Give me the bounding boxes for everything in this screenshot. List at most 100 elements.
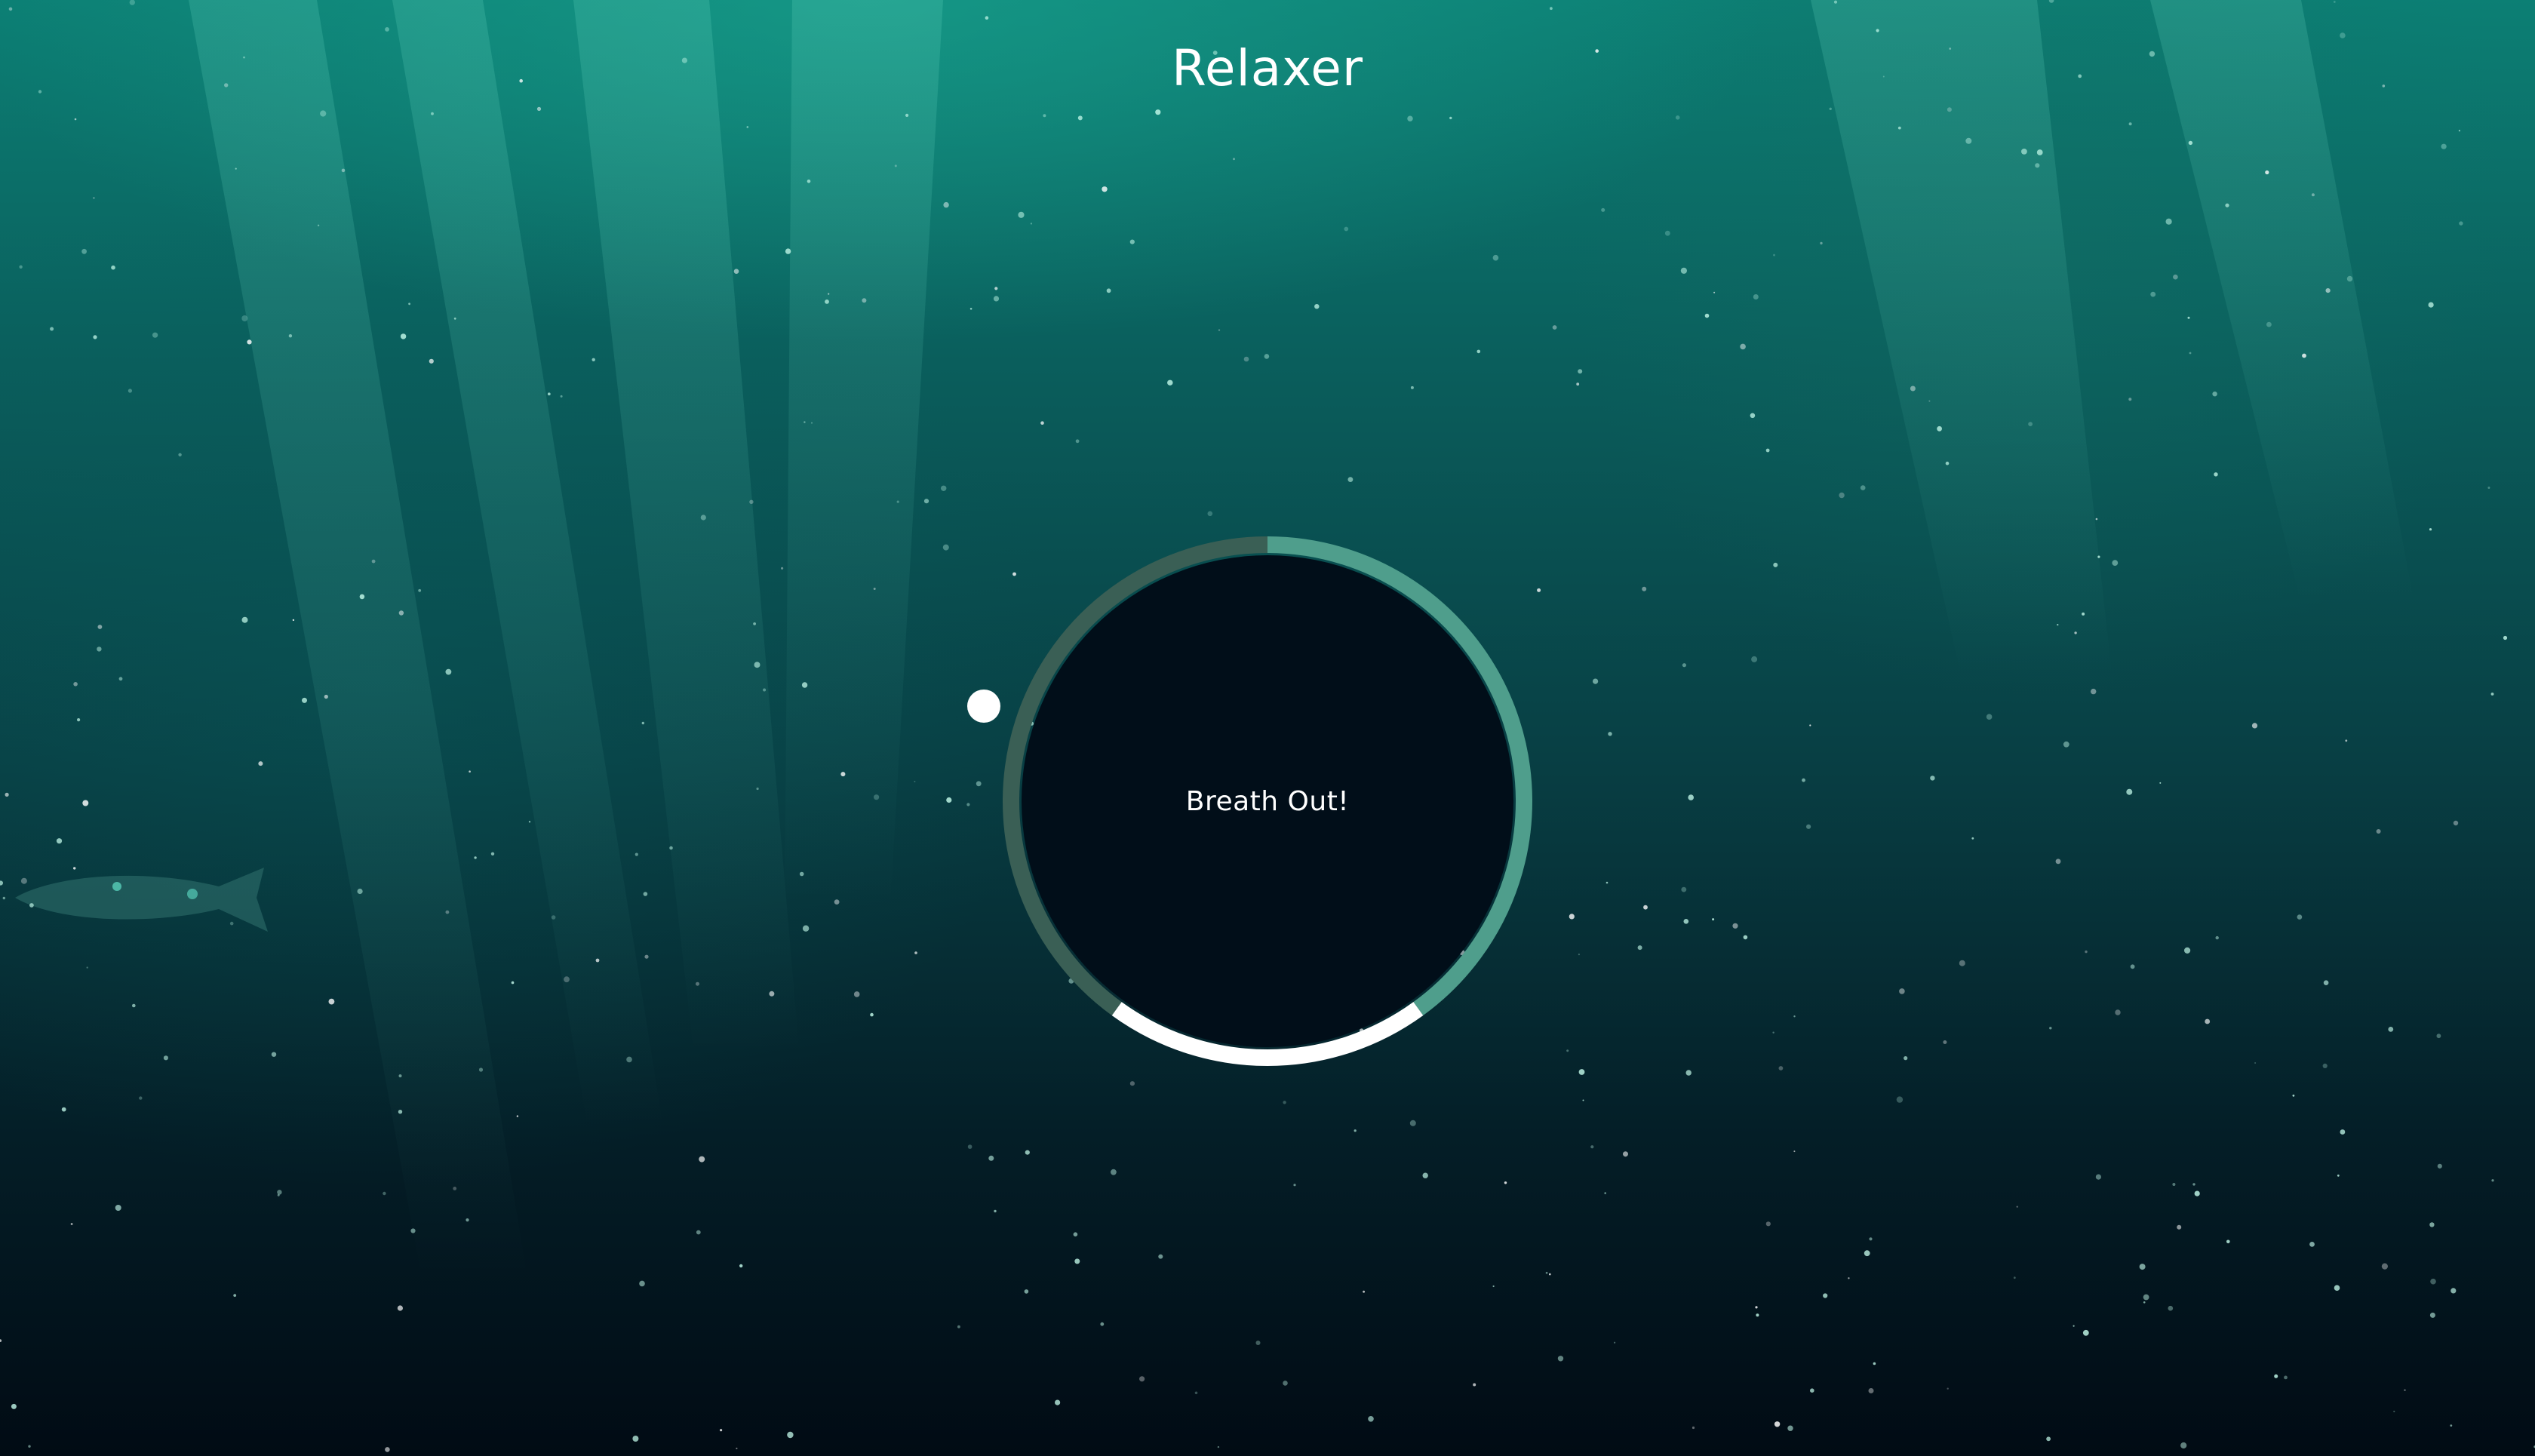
particle [2188, 140, 2193, 146]
particle [2429, 1312, 2435, 1318]
particle [1713, 291, 1716, 293]
particle [1806, 824, 1811, 829]
particle [696, 981, 699, 986]
breathing-inner-circle: Breath Out! [1022, 555, 1513, 1047]
particle [1194, 1391, 1198, 1395]
particle [1637, 945, 1642, 951]
particle [957, 1325, 960, 1329]
particle [896, 500, 899, 503]
particle [1810, 1388, 1814, 1393]
particle [2046, 1436, 2051, 1442]
particle [2, 896, 5, 900]
particle [870, 1012, 874, 1017]
particle [2292, 1094, 2295, 1097]
particle [1904, 1056, 1908, 1061]
particle [1155, 109, 1161, 115]
particle [874, 794, 880, 800]
particle [20, 877, 27, 884]
particle [595, 958, 600, 963]
particle [19, 265, 23, 269]
particle [2189, 352, 2192, 355]
particle [1873, 1362, 1876, 1365]
particle [511, 981, 515, 984]
particle [324, 694, 328, 699]
particle [736, 1447, 738, 1450]
particle [763, 688, 767, 692]
particle [1218, 329, 1221, 331]
particle [1537, 588, 1541, 592]
particle [632, 1436, 639, 1442]
particle [478, 1067, 484, 1072]
particle [97, 625, 103, 629]
particle [431, 112, 434, 115]
particle [2091, 688, 2097, 695]
particle [564, 976, 570, 983]
particle [2159, 782, 2162, 784]
particle [1675, 115, 1680, 120]
particle [834, 899, 840, 905]
particle [894, 164, 897, 167]
particle [1755, 1306, 1758, 1309]
particle [82, 800, 89, 806]
particle [139, 1096, 143, 1100]
particle [1604, 1192, 1606, 1194]
particle [1077, 115, 1083, 121]
particle [1937, 425, 1943, 432]
particle [1848, 1277, 1850, 1279]
particle [2430, 1278, 2436, 1285]
particle [1593, 678, 1599, 684]
particle [1793, 1150, 1796, 1153]
particle [941, 485, 947, 491]
particle [2192, 1183, 2195, 1186]
particle [976, 781, 982, 787]
particle [2458, 130, 2460, 132]
particle [453, 1187, 457, 1190]
particle [2184, 947, 2191, 954]
particle [357, 888, 363, 895]
particle [1073, 1232, 1078, 1236]
particle [2491, 1179, 2494, 1182]
particle [2429, 1222, 2435, 1227]
particle [1864, 1250, 1870, 1257]
particle [341, 168, 346, 173]
particle [1217, 1445, 1220, 1448]
particle [359, 594, 365, 600]
particle [2055, 859, 2061, 865]
particle [1868, 1388, 1874, 1393]
particle [825, 299, 829, 304]
particle [1409, 1120, 1416, 1126]
particle [2049, 1027, 2052, 1030]
particle [2404, 1389, 2406, 1391]
particle [969, 308, 973, 310]
particle [669, 846, 673, 850]
particle [2095, 1174, 2101, 1180]
particle [111, 265, 115, 270]
particle [994, 287, 998, 290]
particle [1569, 914, 1575, 920]
particle [641, 721, 644, 725]
particle [2429, 528, 2432, 531]
particle [2337, 1174, 2340, 1177]
particle [474, 856, 477, 859]
particle [1055, 1399, 1061, 1405]
particle [418, 588, 422, 592]
particle [1869, 1237, 1873, 1241]
particle [400, 333, 407, 339]
particle [644, 954, 649, 959]
particle [781, 567, 784, 570]
particle [1552, 325, 1557, 330]
particle [988, 1155, 994, 1161]
particle [2212, 392, 2217, 397]
particle [2013, 1276, 2016, 1279]
particle [1986, 714, 1993, 720]
particle [2450, 1424, 2453, 1427]
particle [29, 903, 34, 908]
particle [2063, 741, 2069, 748]
particle [2376, 829, 2381, 834]
particle [1024, 1289, 1029, 1294]
particle [1347, 477, 1354, 482]
particle [1787, 1425, 1793, 1431]
particle [1971, 837, 1974, 840]
particle [1264, 354, 1270, 359]
particle [2205, 1018, 2211, 1024]
